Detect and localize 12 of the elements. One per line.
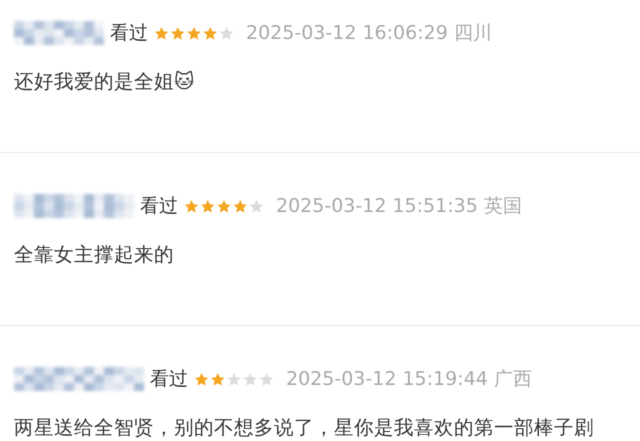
watched-status: 看过: [150, 367, 188, 392]
comment-time: 2025-03-12 15:51:35: [276, 195, 478, 217]
comment-location: 四川: [454, 21, 492, 46]
comment-text: 还好我爱的是全姐🐱: [14, 69, 196, 95]
watched-status: 看过: [110, 21, 148, 46]
comment-text: 全靠女主撑起来的: [14, 242, 175, 268]
comment-text: 两星送给全智贤，别的不想多说了，星你是我喜欢的第一部棒子剧: [14, 415, 595, 441]
comment-location: 广西: [494, 367, 532, 392]
comment-location: 英国: [484, 194, 522, 219]
comment-time: 2025-03-12 16:06:29: [246, 22, 448, 44]
watched-status: 看过: [140, 194, 178, 219]
comment-time: 2025-03-12 15:19:44: [286, 368, 488, 390]
